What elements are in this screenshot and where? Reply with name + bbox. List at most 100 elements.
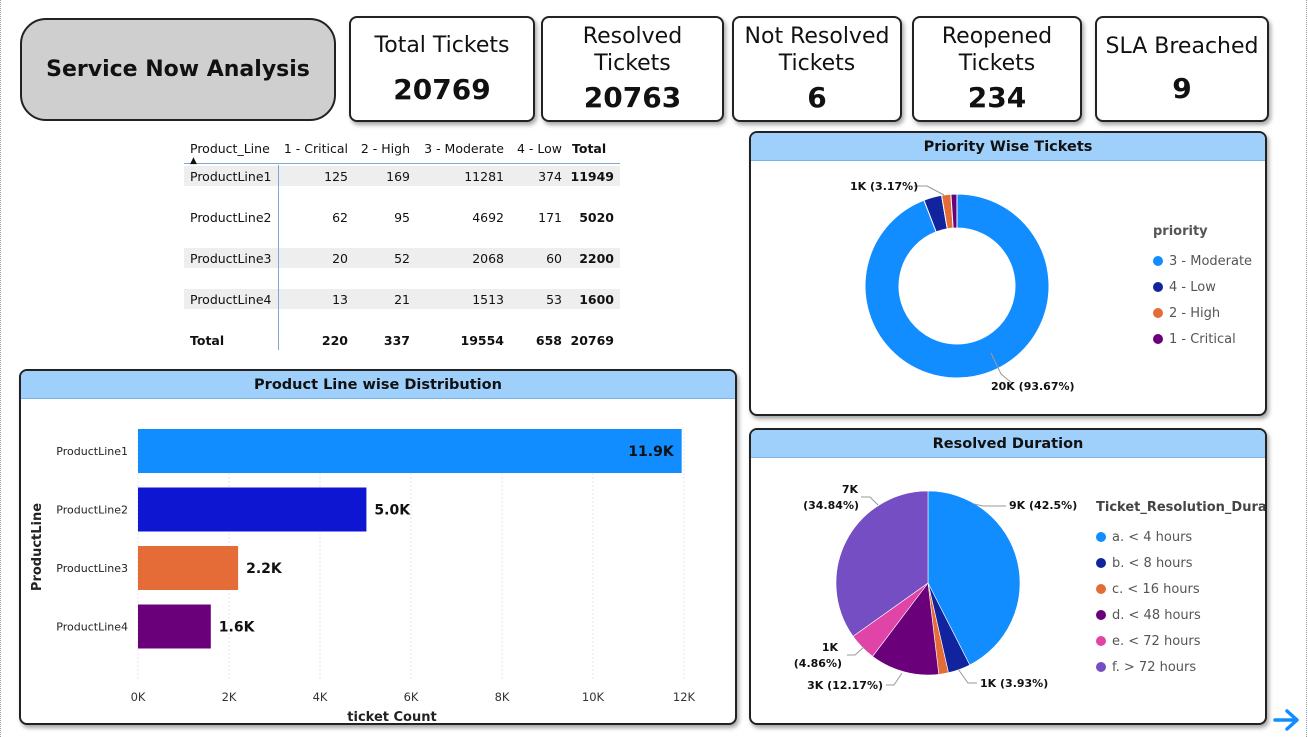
kpi-total-tickets[interactable]: Total Tickets 20769	[349, 16, 535, 122]
panel-title: Product Line wise Distribution	[21, 371, 735, 399]
legend-dot-icon	[1153, 334, 1163, 344]
dashboard-title: Service Now Analysis	[20, 18, 336, 121]
matrix-header-cell[interactable]: 2 - High	[348, 141, 410, 156]
matrix-cell: 52	[394, 250, 410, 266]
legend-item[interactable]: b. < 8 hours	[1096, 550, 1265, 576]
kpi-value: 234	[967, 81, 1027, 114]
matrix-cell: 11949	[570, 168, 615, 184]
matrix-cell: 19554	[460, 332, 505, 348]
legend-dot-icon	[1096, 662, 1106, 672]
legend-item[interactable]: 4 - Low	[1153, 274, 1252, 300]
matrix-row: ProductLine3 20 52 2068 60 2200	[184, 248, 620, 268]
legend-title: Ticket_Resolution_Durat...	[1096, 500, 1267, 515]
matrix-cell: 13	[332, 291, 348, 307]
product-line-distribution-panel[interactable]: Product Line wise Distribution 0K 2K 4K 6K 8…	[19, 369, 737, 725]
matrix-row-header-divider	[278, 165, 279, 350]
legend-item[interactable]: 2 - High	[1153, 300, 1252, 326]
matrix-row: ProductLine2 62 95 4692 171 5020	[184, 207, 620, 227]
matrix-cell: ProductLine1	[190, 168, 272, 184]
legend-item[interactable]: 1 - Critical	[1153, 326, 1252, 352]
matrix-cell: 20769	[570, 332, 615, 348]
matrix-cell: 60	[546, 250, 562, 266]
panel-title: Resolved Duration	[751, 430, 1265, 458]
matrix-cell: 1513	[472, 291, 504, 307]
legend-item[interactable]: 3 - Moderate	[1153, 248, 1252, 274]
kpi-value: 20769	[393, 72, 491, 106]
bar	[138, 604, 211, 649]
slice-data-label: 20K (93.67%)	[991, 380, 1075, 393]
leader-line	[973, 503, 1006, 507]
matrix-header-cell[interactable]: 1 - Critical	[278, 141, 348, 156]
matrix-header-cell[interactable]: 4 - Low	[504, 141, 562, 156]
slice-data-label: (34.84%)	[803, 499, 859, 512]
slice-data-label: (4.86%)	[794, 657, 842, 670]
kpi-resolved-tickets[interactable]: Resolved Tickets 20763	[541, 16, 724, 122]
slice-data-label: 7K	[842, 483, 859, 496]
legend-label: 2 - High	[1169, 305, 1221, 321]
legend-label: a. < 4 hours	[1112, 529, 1193, 545]
legend-dot-icon	[1153, 308, 1163, 318]
legend-dot-icon	[1153, 256, 1163, 266]
matrix-cell: 20	[332, 250, 348, 266]
legend-label: d. < 48 hours	[1112, 607, 1201, 623]
kpi-sla-breached[interactable]: SLA Breached 9	[1095, 16, 1269, 122]
matrix-total-row: Total 220 337 19554 658 20769	[184, 330, 620, 350]
kpi-label: SLA Breached	[1105, 33, 1259, 59]
matrix-cell: 125	[324, 168, 348, 184]
slice-data-label: 1K	[822, 641, 839, 654]
matrix-header-row: Product_Line 1 - Critical 2 - High 3 - M…	[184, 133, 620, 166]
matrix-cell: ProductLine2	[190, 209, 272, 225]
matrix-cell: 337	[383, 332, 410, 348]
matrix-cell: 220	[321, 332, 348, 348]
legend-item[interactable]: f. > 72 hours	[1096, 654, 1265, 680]
matrix-cell: 11281	[464, 168, 504, 184]
y-category-label: ProductLine3	[56, 562, 128, 575]
matrix-cell: 21	[394, 291, 410, 307]
legend-dot-icon	[1153, 282, 1163, 292]
legend-item[interactable]: e. < 72 hours	[1096, 628, 1265, 654]
matrix-cell: 658	[535, 332, 562, 348]
legend-dot-icon	[1096, 636, 1106, 646]
matrix-cell: 2068	[472, 250, 504, 266]
matrix-row: ProductLine1 125 169 11281 374 11949	[184, 166, 620, 186]
legend-item[interactable]: c. < 16 hours	[1096, 576, 1265, 602]
frame-edge-left	[0, 0, 2, 737]
resolved-duration-panel[interactable]: Resolved Duration 9K (42.5%) 1K (3.93%) 3K…	[749, 428, 1267, 725]
x-tick-label: 6K	[404, 690, 419, 704]
matrix-cell: Total	[190, 332, 225, 348]
product-priority-matrix[interactable]: Product_Line 1 - Critical 2 - High 3 - M…	[184, 133, 620, 350]
kpi-label: Resolved Tickets	[582, 24, 683, 76]
legend-item[interactable]: a. < 4 hours	[1096, 524, 1265, 550]
kpi-not-resolved-tickets[interactable]: Not Resolved Tickets 6	[732, 16, 902, 122]
matrix-cell: 95	[394, 209, 410, 225]
matrix-header-cell[interactable]: Product_Line	[184, 141, 278, 156]
legend-dot-icon	[1096, 558, 1106, 568]
product-line-bar-chart[interactable]: 0K 2K 4K 6K 8K 10K 12K ProductLine1 11.9K Product…	[21, 399, 735, 724]
matrix-cell: 4692	[472, 209, 504, 225]
matrix-header-cell[interactable]: Total	[562, 141, 614, 156]
priority-wise-tickets-panel[interactable]: Priority Wise Tickets 20K (93.67%) 1K (3.…	[749, 131, 1267, 416]
matrix-cell: 169	[386, 168, 410, 184]
kpi-label: Reopened Tickets	[941, 24, 1053, 76]
x-tick-label: 4K	[313, 690, 328, 704]
matrix-cell: ProductLine3	[190, 250, 272, 266]
bar-data-label: 11.9K	[628, 444, 675, 460]
legend-item[interactable]: d. < 48 hours	[1096, 602, 1265, 628]
sort-ascending-icon[interactable]: ▲	[190, 157, 197, 166]
next-page-arrow-icon[interactable]	[1272, 705, 1302, 735]
matrix-cell: 374	[538, 168, 562, 184]
y-axis-title: ProductLine	[30, 503, 45, 591]
x-tick-label: 2K	[222, 690, 237, 704]
matrix-cell: 1600	[579, 291, 614, 307]
bar	[138, 546, 239, 590]
panel-title: Priority Wise Tickets	[751, 133, 1265, 161]
x-tick-label: 10K	[582, 690, 605, 704]
legend-title: priority	[1153, 224, 1208, 239]
bar-data-label: 2.2K	[246, 561, 283, 577]
matrix-header-cell[interactable]: 3 - Moderate	[410, 141, 504, 156]
kpi-reopened-tickets[interactable]: Reopened Tickets 234	[912, 16, 1082, 122]
resolution-duration-legend: Ticket_Resolution_Durat... a. < 4 hours …	[1096, 500, 1267, 680]
bar	[138, 429, 682, 473]
legend-dot-icon	[1096, 532, 1106, 542]
matrix-cell: 53	[546, 291, 562, 307]
